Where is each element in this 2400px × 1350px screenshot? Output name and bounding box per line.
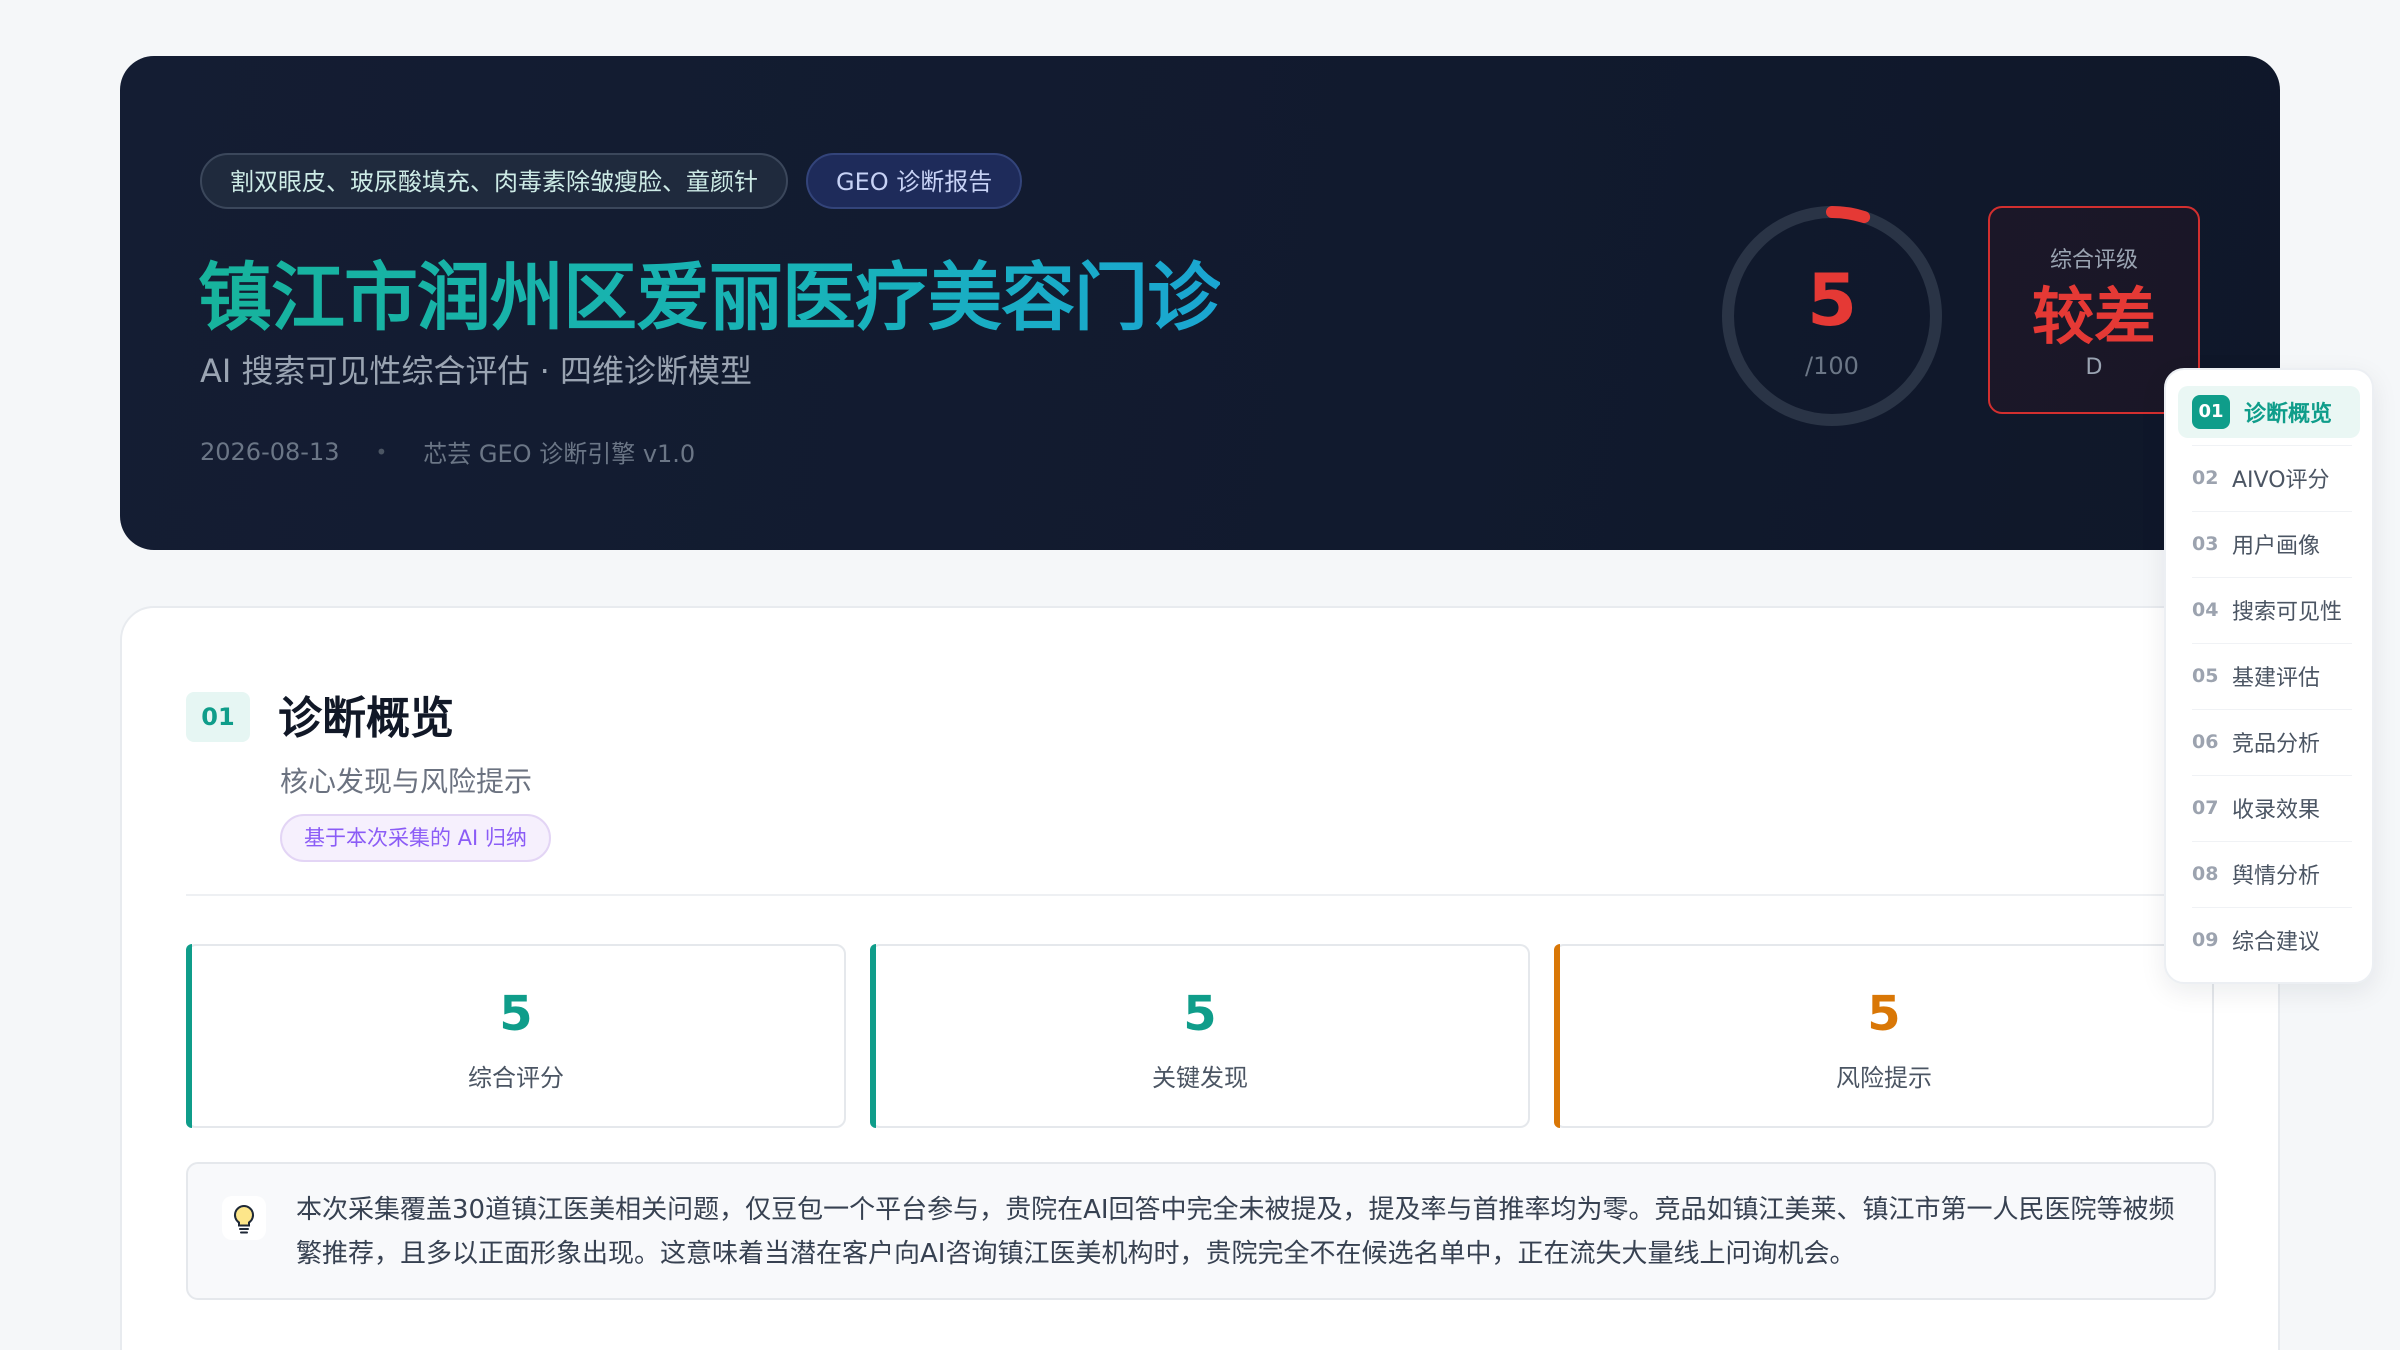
insight-text: 本次采集覆盖30道镇江医美相关问题，仅豆包一个平台参与，贵院在AI回答中完全未被… [296, 1195, 2175, 1269]
toc-item-overview[interactable]: 01 诊断概览 [2178, 386, 2360, 446]
report-date: 2026-08-13 [200, 437, 340, 466]
report-hero: 割双眼皮、玻尿酸填充、肉毒素除皱瘦脸、童颜针 GEO 诊断报告 镇江市润州区爱丽… [120, 56, 2280, 550]
toc-item-user-persona[interactable]: 03 用户画像 [2178, 518, 2360, 578]
grade-value: 较差 [2031, 280, 2156, 353]
stat-card-overall-score: 5 综合评分 [186, 944, 846, 1128]
toc-number: 08 [2192, 863, 2219, 885]
stat-label: 风险提示 [1836, 1064, 1932, 1092]
score-max: /100 [1805, 352, 1859, 380]
toc-label: AIVO评分 [2232, 468, 2330, 493]
toc-item-infrastructure[interactable]: 05 基建评估 [2178, 650, 2360, 710]
lightbulb-icon [222, 1196, 266, 1240]
keywords-tag: 割双眼皮、玻尿酸填充、肉毒素除皱瘦脸、童颜针 [200, 153, 788, 209]
stat-card-risk-alerts: 5 风险提示 [1554, 944, 2214, 1128]
toc-label: 收录效果 [2232, 798, 2321, 823]
toc-number: 06 [2192, 731, 2219, 753]
toc-number: 09 [2192, 929, 2219, 951]
toc-label: 竞品分析 [2232, 732, 2321, 757]
toc-label: 用户画像 [2232, 534, 2321, 559]
toc-number: 07 [2192, 797, 2219, 819]
toc-item-recommendations[interactable]: 09 综合建议 [2178, 914, 2360, 966]
toc-item-indexing[interactable]: 07 收录效果 [2178, 782, 2360, 842]
section-title: 诊断概览 [278, 693, 454, 744]
toc-label: 舆情分析 [2232, 864, 2321, 889]
toc-number: 04 [2192, 599, 2219, 621]
stat-value: 5 [1183, 986, 1217, 1042]
score-gauge: 5 /100 [1712, 196, 1952, 436]
toc-item-competitors[interactable]: 06 竞品分析 [2178, 716, 2360, 776]
report-meta: 2026-08-13 • 芯芸 GEO 诊断引擎 v1.0 [200, 434, 695, 469]
section-number-badge: 01 [186, 692, 250, 742]
stat-card-key-findings: 5 关键发现 [870, 944, 1530, 1128]
toc-number: 05 [2192, 665, 2219, 687]
section-divider [186, 894, 2216, 896]
toc-number: 01 [2192, 395, 2230, 429]
insight-callout: 本次采集覆盖30道镇江医美相关问题，仅豆包一个平台参与，贵院在AI回答中完全未被… [186, 1162, 2216, 1300]
toc-label: 综合建议 [2232, 930, 2321, 955]
stat-cards: 5 综合评分 5 关键发现 5 风险提示 [186, 944, 2214, 1128]
stat-value: 5 [499, 986, 533, 1042]
engine-version: 芯芸 GEO 诊断引擎 v1.0 [423, 440, 696, 468]
stat-value: 5 [1867, 986, 1901, 1042]
overview-section-card: 01 诊断概览 核心发现与风险提示 基于本次采集的 AI 归纳 5 综合评分 5… [120, 606, 2280, 1350]
hero-subtitle: AI 搜索可见性综合评估 · 四维诊断模型 [200, 352, 753, 390]
toc-number: 03 [2192, 533, 2219, 555]
toc-label: 基建评估 [2232, 666, 2321, 691]
grade-label: 综合评级 [2049, 248, 2138, 273]
toc-item-aivo-score[interactable]: 02 AIVO评分 [2178, 452, 2360, 512]
ai-summary-badge: 基于本次采集的 AI 归纳 [280, 814, 551, 862]
toc-item-search-visibility[interactable]: 04 搜索可见性 [2178, 584, 2360, 644]
section-toc: 01 诊断概览 02 AIVO评分 03 用户画像 04 搜索可见性 05 基建… [2164, 368, 2374, 984]
report-type-tag: GEO 诊断报告 [806, 153, 1023, 209]
stat-label: 综合评分 [468, 1064, 564, 1092]
meta-separator: • [375, 439, 388, 464]
stat-label: 关键发现 [1152, 1064, 1248, 1092]
toc-label: 诊断概览 [2244, 402, 2333, 427]
toc-item-sentiment[interactable]: 08 舆情分析 [2178, 848, 2360, 908]
clinic-name-title: 镇江市润州区爱丽医疗美容门诊 [198, 238, 1221, 345]
toc-number: 02 [2192, 467, 2219, 489]
score-value: 5 [1806, 258, 1858, 342]
hero-tags: 割双眼皮、玻尿酸填充、肉毒素除皱瘦脸、童颜针 GEO 诊断报告 [200, 153, 1023, 209]
section-subtitle: 核心发现与风险提示 [280, 765, 533, 798]
toc-label: 搜索可见性 [2232, 600, 2343, 625]
